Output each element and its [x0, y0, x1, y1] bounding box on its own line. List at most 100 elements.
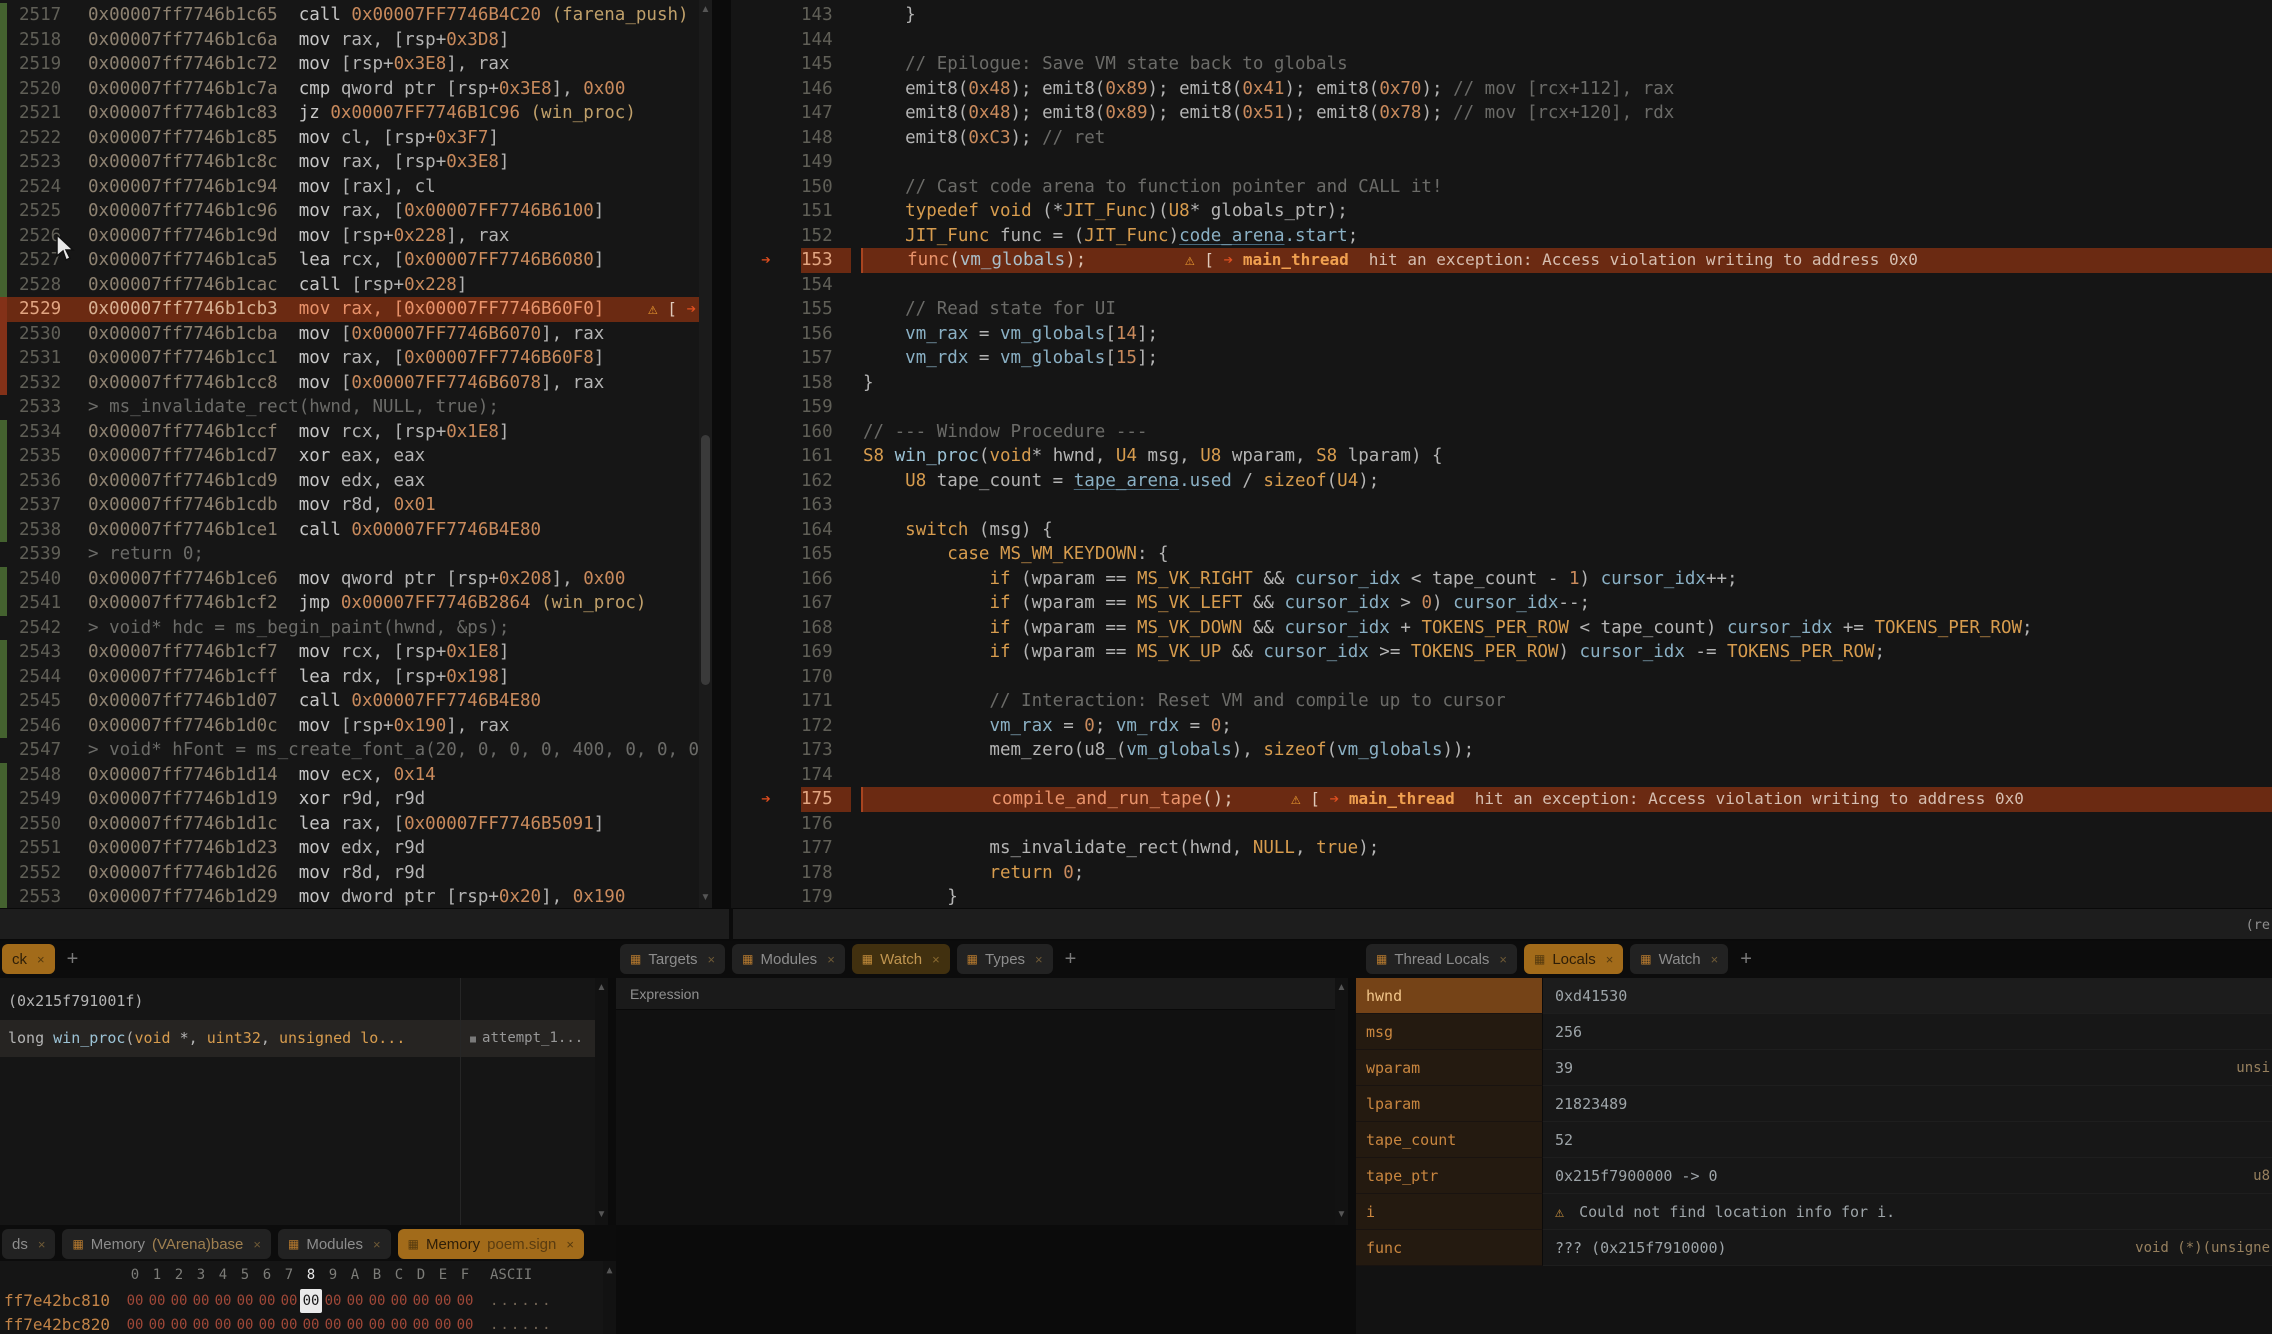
- source-line[interactable]: 160// --- Window Procedure ---: [731, 420, 2272, 445]
- source-line[interactable]: 146 emit8(0x48); emit8(0x89); emit8(0x41…: [731, 77, 2272, 102]
- disasm-line[interactable]: 25410x00007ff7746b1cf2 jmp 0x00007FF7746…: [0, 591, 712, 616]
- watch-panel[interactable]: Expression ▲ ▼: [616, 978, 1348, 1225]
- source-line[interactable]: 149: [731, 150, 2272, 175]
- callstack-frame[interactable]: (0x215f791001f): [0, 983, 608, 1020]
- tab-modules[interactable]: ▦Modules×: [732, 944, 845, 974]
- locals-row[interactable]: tape_ptr0x215f7900000 -> 0u8: [1356, 1158, 2272, 1194]
- source-line[interactable]: 179 }: [731, 885, 2272, 908]
- locals-row[interactable]: hwnd0xd41530: [1356, 978, 2272, 1014]
- disasm-line[interactable]: 25270x00007ff7746b1ca5 lea rcx, [0x00007…: [0, 248, 712, 273]
- memory-byte[interactable]: 00: [300, 1289, 322, 1313]
- disasm-line[interactable]: 25310x00007ff7746b1cc1 mov rax, [0x00007…: [0, 346, 712, 371]
- disasm-line[interactable]: 25280x00007ff7746b1cac call [rsp+0x228]: [0, 273, 712, 298]
- memory-byte[interactable]: 00: [344, 1313, 366, 1334]
- tab-targets[interactable]: ▦Targets×: [620, 944, 725, 974]
- tab-close-icon[interactable]: ×: [1035, 952, 1043, 967]
- source-line[interactable]: 152 JIT_Func func = (JIT_Func)code_arena…: [731, 224, 2272, 249]
- locals-row[interactable]: lparam21823489: [1356, 1086, 2272, 1122]
- tab-close-icon[interactable]: ×: [1499, 952, 1507, 967]
- disasm-line[interactable]: 25170x00007ff7746b1c65 call 0x00007FF774…: [0, 3, 712, 28]
- source-line[interactable]: 172 vm_rax = 0; vm_rdx = 0;: [731, 714, 2272, 739]
- memory-byte[interactable]: 00: [366, 1313, 388, 1334]
- source-line[interactable]: 168 if (wparam == MS_VK_DOWN && cursor_i…: [731, 616, 2272, 641]
- disasm-line[interactable]: 2547> void* hFont = ms_create_font_a(20,…: [0, 738, 712, 763]
- disasm-line[interactable]: 25440x00007ff7746b1cff lea rdx, [rsp+0x1…: [0, 665, 712, 690]
- memory-scrollbar[interactable]: ▲: [603, 1261, 616, 1334]
- disasm-line[interactable]: 25290x00007ff7746b1cb3 mov rax, [0x00007…: [0, 297, 712, 322]
- source-line[interactable]: 176: [731, 812, 2272, 837]
- disasm-line[interactable]: 25370x00007ff7746b1cdb mov r8d, 0x01: [0, 493, 712, 518]
- disasm-line[interactable]: 25380x00007ff7746b1ce1 call 0x00007FF774…: [0, 518, 712, 543]
- memory-byte[interactable]: 00: [168, 1289, 190, 1313]
- memory-byte[interactable]: 00: [234, 1313, 256, 1334]
- disasm-line[interactable]: 25530x00007ff7746b1d29 mov dword ptr [rs…: [0, 885, 712, 908]
- source-line[interactable]: 174: [731, 763, 2272, 788]
- memory-byte[interactable]: 00: [146, 1313, 168, 1334]
- tab-close-icon[interactable]: ×: [708, 952, 716, 967]
- tab-close-icon[interactable]: ×: [37, 952, 45, 967]
- memory-row[interactable]: ff7e42bc81000000000000000000000000000000…: [0, 1289, 616, 1313]
- source-line[interactable]: 155 // Read state for UI: [731, 297, 2272, 322]
- source-line[interactable]: 150 // Cast code arena to function point…: [731, 175, 2272, 200]
- tab-close-icon[interactable]: ×: [932, 952, 940, 967]
- memory-byte[interactable]: 00: [322, 1289, 344, 1313]
- scroll-down-icon[interactable]: ▼: [595, 1207, 608, 1223]
- tab-types[interactable]: ▦Types×: [957, 944, 1053, 974]
- source-line[interactable]: 145 // Epilogue: Save VM state back to g…: [731, 52, 2272, 77]
- tab-locals[interactable]: ▦Locals×: [1524, 944, 1623, 974]
- memory-byte[interactable]: 00: [168, 1313, 190, 1334]
- source-line[interactable]: 158}: [731, 371, 2272, 396]
- disasm-line[interactable]: 25300x00007ff7746b1cba mov [0x00007FF774…: [0, 322, 712, 347]
- source-line[interactable]: 170: [731, 665, 2272, 690]
- memory-byte[interactable]: 00: [278, 1289, 300, 1313]
- source-line[interactable]: 178 return 0;: [731, 861, 2272, 886]
- source-line[interactable]: 161S8 win_proc(void* hwnd, U4 msg, U8 wp…: [731, 444, 2272, 469]
- tab-ck[interactable]: ck×: [2, 944, 55, 974]
- source-line[interactable]: 143 }: [731, 3, 2272, 28]
- tab-close-icon[interactable]: ×: [827, 952, 835, 967]
- disasm-line[interactable]: 25360x00007ff7746b1cd9 mov edx, eax: [0, 469, 712, 494]
- memory-byte[interactable]: 00: [278, 1313, 300, 1334]
- source-line[interactable]: 164 switch (msg) {: [731, 518, 2272, 543]
- tab-close-icon[interactable]: ×: [373, 1237, 381, 1252]
- scroll-up-icon[interactable]: ▲: [699, 2, 712, 18]
- source-line[interactable]: 144: [731, 28, 2272, 53]
- memory-byte[interactable]: 00: [124, 1289, 146, 1313]
- memory-byte[interactable]: 00: [300, 1313, 322, 1334]
- memory-byte[interactable]: 00: [124, 1313, 146, 1334]
- tab-modules[interactable]: ▦Modules×: [278, 1229, 391, 1259]
- disasm-line[interactable]: 25400x00007ff7746b1ce6 mov qword ptr [rs…: [0, 567, 712, 592]
- locals-panel[interactable]: hwnd0xd41530msg256wparam39unsilparam2182…: [1356, 978, 2272, 1334]
- source-line[interactable]: 165 case MS_WM_KEYDOWN: {: [731, 542, 2272, 567]
- memory-byte[interactable]: 00: [454, 1289, 476, 1313]
- new-tab-button[interactable]: +: [1740, 948, 1752, 971]
- tab-watch[interactable]: ▦Watch×: [1630, 944, 1728, 974]
- memory-byte[interactable]: 00: [388, 1313, 410, 1334]
- scroll-up-icon[interactable]: ▲: [1335, 980, 1348, 996]
- disassembly-panel[interactable]: 25170x00007ff7746b1c65 call 0x00007FF774…: [0, 0, 712, 908]
- source-line[interactable]: 166 if (wparam == MS_VK_RIGHT && cursor_…: [731, 567, 2272, 592]
- source-line[interactable]: 154: [731, 273, 2272, 298]
- disasm-line[interactable]: 25350x00007ff7746b1cd7 xor eax, eax: [0, 444, 712, 469]
- memory-byte[interactable]: 00: [190, 1313, 212, 1334]
- tab-memory-poem-sign[interactable]: ▦Memorypoem.sign×: [398, 1229, 584, 1259]
- disasm-line[interactable]: 2542> void* hdc = ms_begin_paint(hwnd, &…: [0, 616, 712, 641]
- source-line[interactable]: 163: [731, 493, 2272, 518]
- tab-close-icon[interactable]: ×: [566, 1237, 574, 1252]
- memory-byte[interactable]: 00: [344, 1289, 366, 1313]
- memory-byte[interactable]: 00: [410, 1313, 432, 1334]
- source-code-panel[interactable]: 143 }144145 // Epilogue: Save VM state b…: [731, 0, 2272, 908]
- source-line[interactable]: 173 mem_zero(u8_(vm_globals), sizeof(vm_…: [731, 738, 2272, 763]
- disasm-line[interactable]: 25260x00007ff7746b1c9d mov [rsp+0x228], …: [0, 224, 712, 249]
- tab-watch[interactable]: ▦Watch×: [852, 944, 950, 974]
- disasm-line[interactable]: 25230x00007ff7746b1c8c mov rax, [rsp+0x3…: [0, 150, 712, 175]
- source-line[interactable]: 162 U8 tape_count = tape_arena.used / si…: [731, 469, 2272, 494]
- memory-row[interactable]: ff7e42bc82000000000000000000000000000000…: [0, 1313, 616, 1334]
- watch-scrollbar[interactable]: ▲ ▼: [1335, 978, 1348, 1225]
- disasm-line[interactable]: 2539> return 0;: [0, 542, 712, 567]
- disasm-line[interactable]: 2533> ms_invalidate_rect(hwnd, NULL, tru…: [0, 395, 712, 420]
- disasm-line[interactable]: 25250x00007ff7746b1c96 mov rax, [0x00007…: [0, 199, 712, 224]
- tab-memory-varena-base[interactable]: ▦Memory(VArena)base×: [62, 1229, 271, 1259]
- source-line[interactable]: 151 typedef void (*JIT_Func)(U8* globals…: [731, 199, 2272, 224]
- locals-row[interactable]: wparam39unsi: [1356, 1050, 2272, 1086]
